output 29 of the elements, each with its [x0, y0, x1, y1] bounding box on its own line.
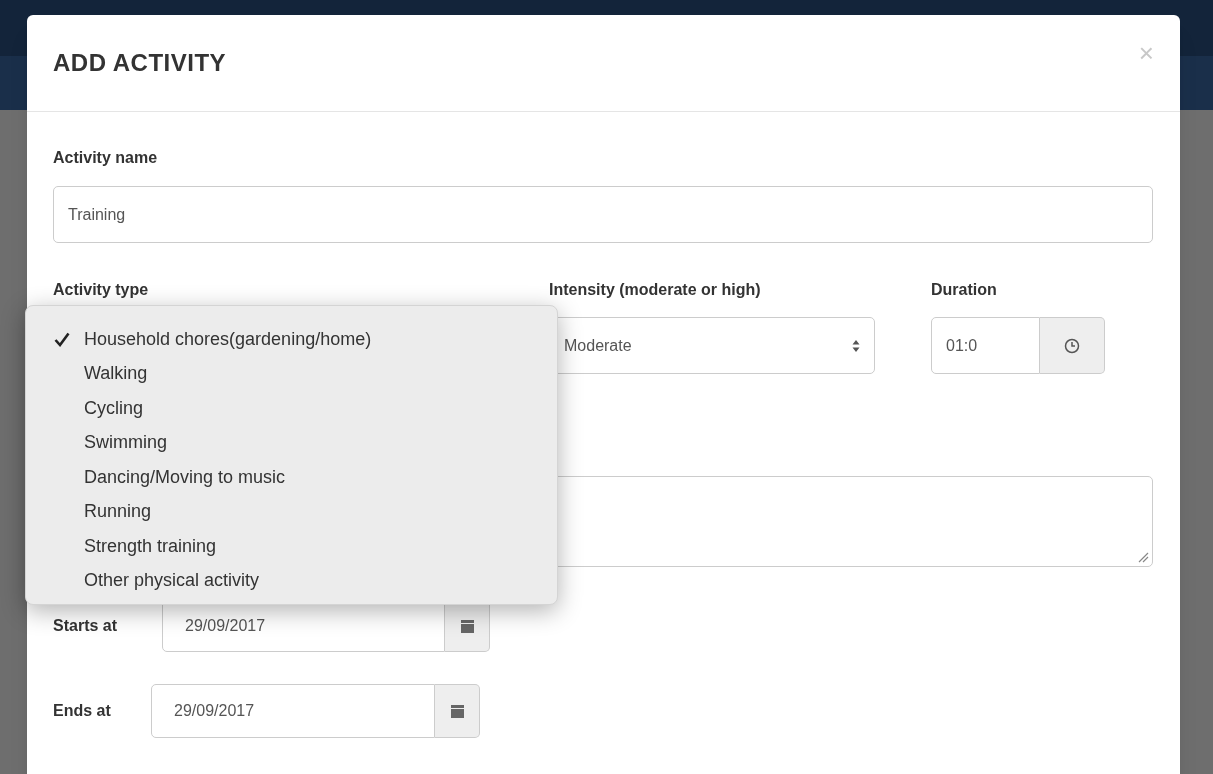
dropdown-option[interactable]: Household chores(gardening/home)	[84, 325, 372, 353]
dropdown-option[interactable]: Strength training	[84, 532, 217, 560]
clock-button[interactable]	[1040, 317, 1105, 374]
field-value: 29/09/2017	[174, 701, 255, 721]
activity-name-field[interactable]: Training	[53, 186, 1153, 243]
calendar-icon	[450, 704, 464, 718]
select-arrows-icon	[852, 338, 860, 353]
calendar-button[interactable]	[435, 684, 480, 738]
field-value: 29/09/2017	[185, 616, 266, 636]
modal-title: ADD ACTIVITY	[53, 48, 227, 78]
dropdown-option[interactable]: Swimming	[84, 429, 167, 457]
field-label: Activity name	[53, 148, 159, 168]
dropdown-option[interactable]: Walking	[84, 360, 148, 388]
field-label: Starts at	[53, 616, 119, 636]
field-label: Intensity (moderate or high)	[549, 280, 761, 300]
field-label: Ends at	[53, 701, 112, 721]
field-value: 01:0	[946, 335, 978, 356]
field-label: Duration	[931, 280, 997, 300]
field-label: Activity type	[53, 280, 149, 300]
dropdown-option[interactable]: Other physical activity	[84, 567, 260, 595]
end-date-field[interactable]: 29/09/2017	[151, 684, 435, 738]
clock-icon	[1064, 337, 1080, 354]
dropdown-option[interactable]: Dancing/Moving to music	[84, 463, 286, 491]
select-value: Moderate	[564, 335, 632, 356]
resize-grip-icon	[1138, 552, 1149, 563]
duration-field[interactable]: 01:0	[931, 317, 1040, 374]
calendar-icon	[460, 619, 474, 633]
dropdown-option[interactable]: Running	[84, 498, 152, 526]
dropdown-option[interactable]: Cycling	[84, 394, 144, 422]
